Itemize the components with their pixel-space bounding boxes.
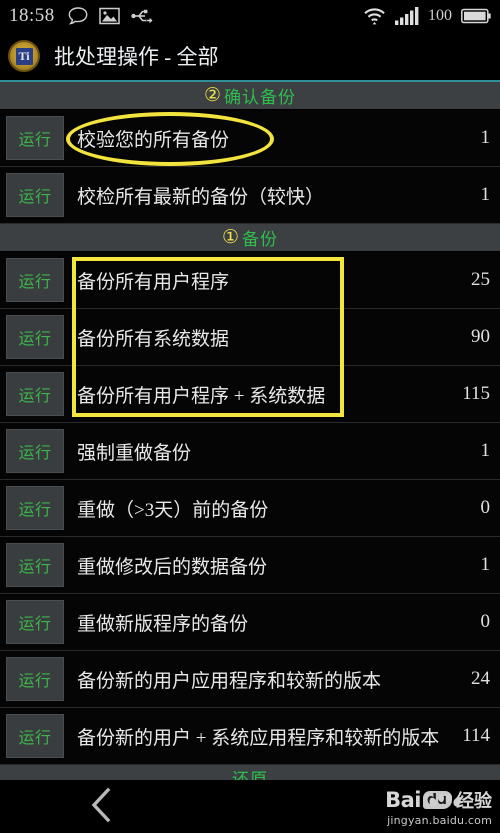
table-row[interactable]: 运行 备份新的用户 + 系统应用程序和较新的版本 114 xyxy=(0,708,500,765)
run-button-label: 运行 xyxy=(18,616,52,633)
annotation-number-2: ② xyxy=(203,84,222,106)
row-label: 备份所有用户程序 + 系统数据 xyxy=(77,385,326,407)
status-bar: 18:58 100 xyxy=(0,0,500,32)
status-bar-notification-icons xyxy=(68,7,153,25)
row-label: 备份新的用户 + 系统应用程序和较新的版本 xyxy=(77,727,440,749)
run-button[interactable]: 运行 xyxy=(6,116,64,160)
run-button-label: 运行 xyxy=(18,730,52,747)
run-button[interactable]: 运行 xyxy=(6,429,64,473)
table-row[interactable]: 运行 强制重做备份 1 xyxy=(0,423,500,480)
run-button[interactable]: 运行 xyxy=(6,486,64,530)
row-count: 1 xyxy=(480,184,491,205)
run-button[interactable]: 运行 xyxy=(6,714,64,758)
row-label: 校检所有最新的备份（较快） xyxy=(77,186,325,208)
section-header-verify: ② 确认备份 xyxy=(0,82,500,110)
run-button[interactable]: 运行 xyxy=(6,258,64,302)
back-chevron-icon[interactable] xyxy=(88,785,114,830)
table-row[interactable]: 运行 重做修改后的数据备份 1 xyxy=(0,537,500,594)
message-bubble-icon xyxy=(68,7,88,25)
table-row[interactable]: 运行 备份新的用户应用程序和较新的版本 24 xyxy=(0,651,500,708)
table-row[interactable]: 运行 备份所有用户程序 25 xyxy=(0,252,500,309)
table-row[interactable]: 运行 备份所有用户程序 + 系统数据 115 xyxy=(0,366,500,423)
row-label: 重做修改后的数据备份 xyxy=(77,556,268,578)
table-row[interactable]: 运行 校验您的所有备份 1 xyxy=(0,110,500,167)
row-label: 备份所有系统数据 xyxy=(77,328,230,350)
battery-percentage: 100 xyxy=(428,7,452,24)
row-count: 24 xyxy=(471,668,490,689)
row-count: 1 xyxy=(480,440,491,461)
row-label: 校验您的所有备份 xyxy=(77,129,230,151)
page-title: 批处理操作 - 全部 xyxy=(54,45,219,69)
section-header-restore: 还原 xyxy=(0,765,500,781)
run-button-label: 运行 xyxy=(18,189,52,206)
section-label-backup: 备份 xyxy=(242,230,279,249)
row-count: 90 xyxy=(471,326,490,347)
status-bar-clock: 18:58 xyxy=(9,5,55,26)
run-button-label: 运行 xyxy=(18,331,52,348)
table-row[interactable]: 运行 备份所有系统数据 90 xyxy=(0,309,500,366)
table-row[interactable]: 运行 重做（>3天）前的备份 0 xyxy=(0,480,500,537)
run-button-label: 运行 xyxy=(18,445,52,462)
run-button[interactable]: 运行 xyxy=(6,372,64,416)
baidu-paw-icon xyxy=(427,793,461,814)
battery-full-icon xyxy=(461,8,491,24)
usb-icon xyxy=(131,8,153,24)
row-count: 0 xyxy=(480,497,491,518)
annotation-number-1: ① xyxy=(221,226,240,248)
run-button-label: 运行 xyxy=(18,673,52,690)
row-count: 0 xyxy=(480,611,491,632)
status-bar-system-icons: 100 xyxy=(363,7,491,25)
run-button[interactable]: 运行 xyxy=(6,173,64,217)
table-row[interactable]: 运行 校检所有最新的备份（较快） 1 xyxy=(0,167,500,224)
section-label-verify: 确认备份 xyxy=(224,88,297,107)
run-button-label: 运行 xyxy=(18,132,52,149)
run-button[interactable]: 运行 xyxy=(6,657,64,701)
row-count: 1 xyxy=(480,554,491,575)
run-button-label: 运行 xyxy=(18,388,52,405)
run-button[interactable]: 运行 xyxy=(6,315,64,359)
run-button-label: 运行 xyxy=(18,559,52,576)
run-button-label: 运行 xyxy=(18,274,52,291)
app-icon-mark: Ti xyxy=(15,47,33,65)
section-header-backup: ① 备份 xyxy=(0,224,500,252)
row-count: 1 xyxy=(480,127,491,148)
cellular-signal-icon xyxy=(395,7,419,25)
run-button-label: 运行 xyxy=(18,502,52,519)
run-button[interactable]: 运行 xyxy=(6,600,64,644)
wifi-icon xyxy=(363,7,386,25)
row-label: 重做（>3天）前的备份 xyxy=(77,499,269,521)
row-count: 115 xyxy=(462,383,490,404)
app-title-bar: Ti 批处理操作 - 全部 xyxy=(0,32,500,80)
row-label: 备份所有用户程序 xyxy=(77,271,230,293)
gallery-image-icon xyxy=(99,7,120,25)
section-label-restore: 还原 xyxy=(232,770,268,781)
row-count: 25 xyxy=(471,269,490,290)
row-label: 重做新版程序的备份 xyxy=(77,613,249,635)
batch-action-list[interactable]: ② 确认备份 运行 校验您的所有备份 1 运行 校检所有最新的备份（较快） 1 … xyxy=(0,82,500,781)
table-row[interactable]: 运行 重做新版程序的备份 0 xyxy=(0,594,500,651)
titanium-backup-icon: Ti xyxy=(8,40,40,72)
system-navigation-bar xyxy=(0,781,500,833)
row-label: 强制重做备份 xyxy=(77,442,192,464)
phone-screen: 18:58 100 Ti 批处理操作 - 全部 ② 确认备份 运行 校验您的所有… xyxy=(0,0,500,833)
row-count: 114 xyxy=(462,725,490,746)
row-label: 备份新的用户应用程序和较新的版本 xyxy=(77,670,382,692)
run-button[interactable]: 运行 xyxy=(6,543,64,587)
